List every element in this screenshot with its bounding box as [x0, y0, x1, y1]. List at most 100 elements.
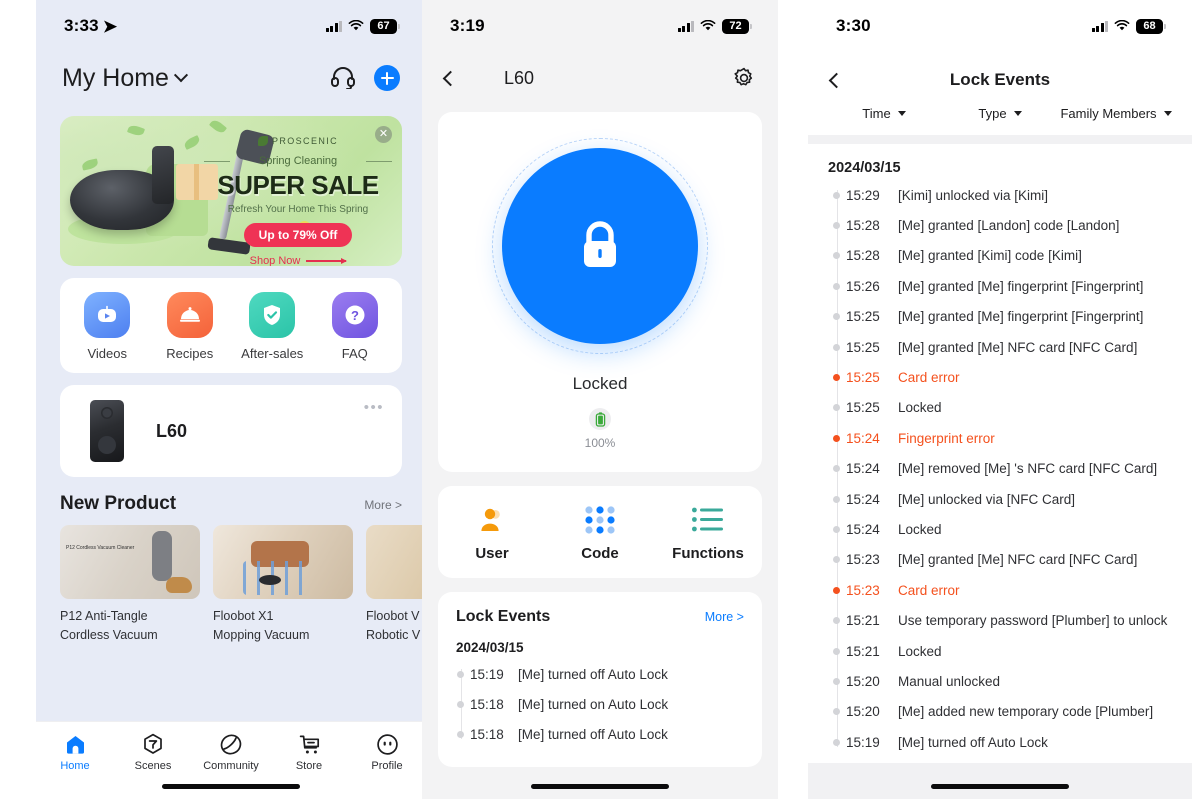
- timeline-dot-icon: [833, 495, 840, 503]
- brand-logo-icon: [257, 136, 268, 146]
- event-row[interactable]: 15:28 [Me] granted [Kimi] code [Kimi]: [833, 241, 1178, 271]
- chevron-left-icon[interactable]: [442, 70, 459, 86]
- headset-icon[interactable]: [330, 67, 356, 89]
- new-product-header: New Product More >: [60, 493, 402, 515]
- filter-type[interactable]: Type: [942, 106, 1058, 121]
- event-time: 15:24: [846, 521, 880, 537]
- timeline-dot-icon: [833, 738, 840, 746]
- timeline-dot-icon: [833, 282, 840, 290]
- product-card[interactable]: Floobot X1 Mopping Vacuum: [213, 525, 353, 645]
- event-row[interactable]: 15:25 [Me] granted [Me] fingerprint [Fing…: [833, 302, 1178, 332]
- event-row[interactable]: 15:28 [Me] granted [Landon] code [Landon]: [833, 210, 1178, 240]
- filter-time[interactable]: Time: [826, 106, 942, 121]
- quick-action-videos[interactable]: Videos: [66, 292, 149, 361]
- gear-icon[interactable]: [732, 66, 756, 90]
- home-selector[interactable]: My Home: [62, 64, 189, 93]
- filter-family-members[interactable]: Family Members: [1058, 106, 1174, 121]
- play-video-icon: [84, 292, 131, 338]
- event-time: 15:21: [846, 643, 880, 659]
- event-time: 15:23: [846, 552, 880, 568]
- event-row[interactable]: 15:19 [Me] turned off Auto Lock: [457, 659, 744, 689]
- battery-indicator: 68: [1136, 18, 1166, 34]
- home-indicator-bar: [931, 784, 1069, 789]
- new-product-more-link[interactable]: More >: [364, 498, 402, 512]
- timeline-dot-icon: [833, 586, 840, 594]
- quick-action-after-sales[interactable]: After-sales: [231, 292, 314, 361]
- event-text: [Me] removed [Me] 's NFC card [NFC Card]: [898, 461, 1158, 477]
- tab-home[interactable]: Home: [36, 732, 114, 772]
- event-row[interactable]: 15:20 Manual unlocked: [833, 666, 1178, 696]
- device-card-l60[interactable]: L60 •••: [60, 385, 402, 477]
- page-title: L60: [503, 67, 535, 88]
- cart-icon: [270, 732, 348, 756]
- banner-cta[interactable]: Shop Now: [200, 255, 396, 266]
- product-card[interactable]: Floobot V Robotic V: [366, 525, 426, 645]
- function-label: Code: [581, 545, 619, 562]
- filter-label: Family Members: [1060, 106, 1157, 121]
- function-code[interactable]: Code: [546, 504, 654, 562]
- event-row[interactable]: 15:18 [Me] turned on Auto Lock: [457, 689, 744, 719]
- event-row[interactable]: 15:21 Locked: [833, 636, 1178, 666]
- smart-lock-image: [152, 146, 174, 204]
- function-user[interactable]: User: [438, 504, 546, 562]
- tab-label: Store: [295, 760, 323, 772]
- event-row[interactable]: 15:21 Use temporary password [Plumber] to…: [833, 605, 1178, 635]
- event-row[interactable]: 15:20 [Me] added new temporary code [Plum…: [833, 697, 1178, 727]
- caret-down-icon: [1163, 111, 1172, 116]
- tab-profile[interactable]: Profile: [348, 732, 426, 772]
- tab-store[interactable]: Store: [270, 732, 348, 772]
- product-name: Floobot V Robotic V: [366, 609, 421, 642]
- event-row[interactable]: 15:24 [Me] removed [Me] 's NFC card [NFC …: [833, 454, 1178, 484]
- product-image-caption: P12 Cordless Vacuum Cleaner: [66, 545, 135, 551]
- event-row[interactable]: 15:24 [Me] unlocked via [NFC Card]: [833, 484, 1178, 514]
- phone-panel-home: 3:33 ➤ 67 My Home PROSCENIC Spring Clean…: [36, 0, 426, 799]
- product-carousel[interactable]: P12 Cordless Vacuum Cleaner P12 Anti-Tan…: [60, 525, 426, 645]
- page-title: Lock Events: [949, 70, 1051, 89]
- keypad-dots-icon: [546, 504, 654, 536]
- function-label: Functions: [672, 545, 744, 562]
- event-row[interactable]: 15:25 [Me] granted [Me] NFC card [NFC Car…: [833, 332, 1178, 362]
- event-row[interactable]: 15:19 [Me] turned off Auto Lock: [833, 727, 1178, 757]
- function-functions[interactable]: Functions: [654, 504, 762, 562]
- home-icon: [36, 732, 114, 756]
- profile-icon: [348, 732, 426, 756]
- event-row[interactable]: 15:25 Card error: [833, 362, 1178, 392]
- event-text: [Me] granted [Landon] code [Landon]: [898, 218, 1120, 234]
- more-dots-icon[interactable]: •••: [364, 399, 384, 416]
- event-row[interactable]: 15:23 Card error: [833, 575, 1178, 605]
- lock-toggle-button[interactable]: [502, 148, 698, 344]
- quick-action-faq[interactable]: ? FAQ: [314, 292, 397, 361]
- timeline-dot-icon: [833, 465, 840, 473]
- event-row[interactable]: 15:18 [Me] turned off Auto Lock: [457, 719, 744, 749]
- robot-vacuum-figure: [259, 575, 281, 585]
- event-row[interactable]: 15:23 [Me] granted [Me] NFC card [NFC Car…: [833, 545, 1178, 575]
- timeline-dot-icon: [833, 556, 840, 564]
- battery-full-icon: [589, 408, 611, 430]
- add-device-button[interactable]: [374, 65, 400, 91]
- event-time: 15:19: [846, 734, 880, 750]
- tab-label: Profile: [371, 760, 403, 772]
- quick-action-recipes[interactable]: Recipes: [149, 292, 232, 361]
- lock-events-list[interactable]: 15:29 [Kimi] unlocked via [Kimi] 15:28 [Me]…: [808, 180, 1192, 757]
- timeline-dot-icon: [833, 434, 840, 442]
- quick-action-label: Recipes: [166, 346, 214, 361]
- lock-events-card: Lock Events More > 2024/03/15 15:19 [Me]…: [438, 592, 762, 767]
- event-row[interactable]: 15:24 Locked: [833, 514, 1178, 544]
- event-row[interactable]: 15:25 Locked: [833, 393, 1178, 423]
- promo-banner[interactable]: PROSCENIC Spring Cleaning SUPER SALE Ref…: [60, 116, 402, 266]
- event-text: Fingerprint error: [898, 430, 995, 446]
- tab-community[interactable]: Community: [192, 732, 270, 772]
- close-icon[interactable]: ✕: [375, 126, 392, 143]
- leaf-decoration: [208, 117, 228, 136]
- event-time: 15:28: [846, 248, 880, 264]
- event-row[interactable]: 15:26 [Me] granted [Me] fingerprint [Fing…: [833, 271, 1178, 301]
- event-row[interactable]: 15:29 [Kimi] unlocked via [Kimi]: [833, 180, 1178, 210]
- timeline-dot-icon: [833, 525, 840, 533]
- product-card[interactable]: P12 Cordless Vacuum Cleaner P12 Anti-Tan…: [60, 525, 200, 645]
- lock-events-more-link[interactable]: More >: [705, 610, 744, 624]
- status-indicators: 72: [677, 18, 752, 34]
- event-row[interactable]: 15:24 Fingerprint error: [833, 423, 1178, 453]
- tab-scenes[interactable]: Scenes: [114, 732, 192, 772]
- event-text: Use temporary password [Plumber] to unlo…: [898, 613, 1168, 629]
- event-text: [Me] turned off Auto Lock: [898, 734, 1048, 750]
